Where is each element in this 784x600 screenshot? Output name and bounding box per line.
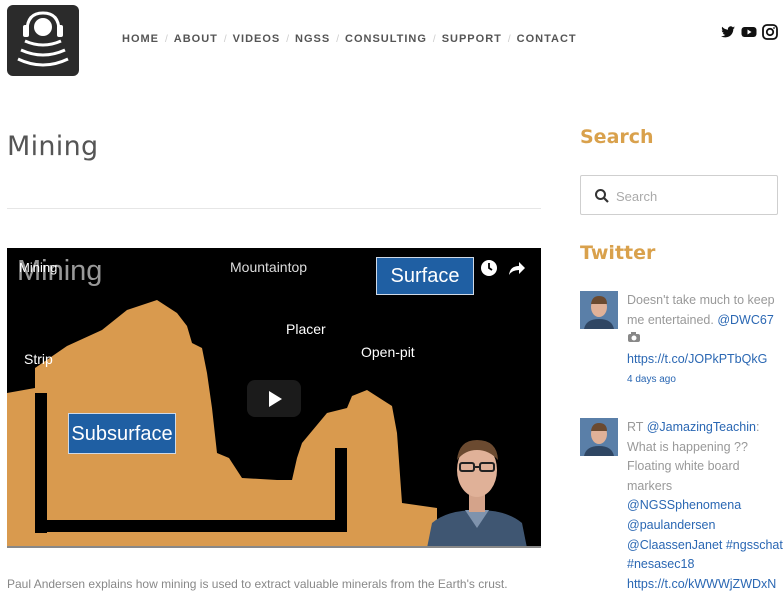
tweet-link[interactable]: https://t.co/JOPkPTbQkG [627,352,767,366]
avatar[interactable] [580,418,618,456]
nav-separator: / [165,33,168,45]
video-progress-bar[interactable] [7,546,541,548]
avatar[interactable] [580,291,618,329]
nav-consulting[interactable]: CONSULTING [345,33,427,45]
nav-separator: / [432,33,436,45]
divider [7,208,541,209]
search-box [580,175,778,215]
label-open-pit: Open-pit [361,344,415,360]
video-player[interactable]: Mining Mining Mountaintop Surface Placer… [7,248,541,547]
nav-about[interactable]: ABOUT [174,33,218,45]
nav-ngss[interactable]: NGSS [295,33,330,45]
nav-home[interactable]: HOME [122,33,159,45]
tweet-tags[interactable]: @NGSSphenomena @paulandersen @ClaassenJa… [627,498,783,571]
watch-later-icon[interactable] [479,258,499,278]
site-logo[interactable] [7,5,79,76]
search-icon [594,188,610,204]
social-links [720,24,778,40]
tweet-prefix: RT [627,420,647,434]
search-input[interactable] [616,185,766,207]
tweet-body: RT @JamazingTeachin: What is happening ?… [627,418,784,594]
label-placer: Placer [286,321,326,337]
instagram-icon[interactable] [762,24,778,40]
label-subsurface: Subsurface [68,413,176,454]
camera-emoji-icon [627,330,641,343]
nav-separator: / [507,33,511,45]
tweet-mention[interactable]: @DWC67 [717,313,773,327]
twitter-heading: Twitter [580,242,656,264]
nav-separator: / [336,33,339,45]
video-caption: Paul Andersen explains how mining is use… [7,577,508,591]
presenter-figure [427,440,527,547]
nav-contact[interactable]: CONTACT [517,33,577,45]
label-strip: Strip [24,351,53,367]
main-nav: HOME / ABOUT / VIDEOS / NGSS / CONSULTING / S… [122,33,577,45]
headphones-logo-icon [17,11,69,67]
nav-separator: / [286,33,290,45]
nav-videos[interactable]: VIDEOS [233,33,281,45]
twitter-icon[interactable] [720,24,736,40]
tweet-link[interactable]: https://t.co/kWWWjZWDxN [627,577,776,591]
tweet-mention[interactable]: @JamazingTeachin [647,420,756,434]
nav-support[interactable]: SUPPORT [442,33,502,45]
share-icon[interactable] [507,258,527,278]
tweet-body: Doesn't take much to keep me entertained… [627,291,784,390]
tweet-time[interactable]: 4 days ago [627,374,676,385]
play-button[interactable] [247,380,301,417]
page-title: Mining [7,131,99,162]
search-heading: Search [580,126,654,148]
label-surface: Surface [376,257,474,295]
youtube-icon[interactable] [741,24,757,40]
label-mountaintop: Mountaintop [230,259,308,275]
video-title[interactable]: Mining [19,260,57,275]
nav-separator: / [223,33,227,45]
